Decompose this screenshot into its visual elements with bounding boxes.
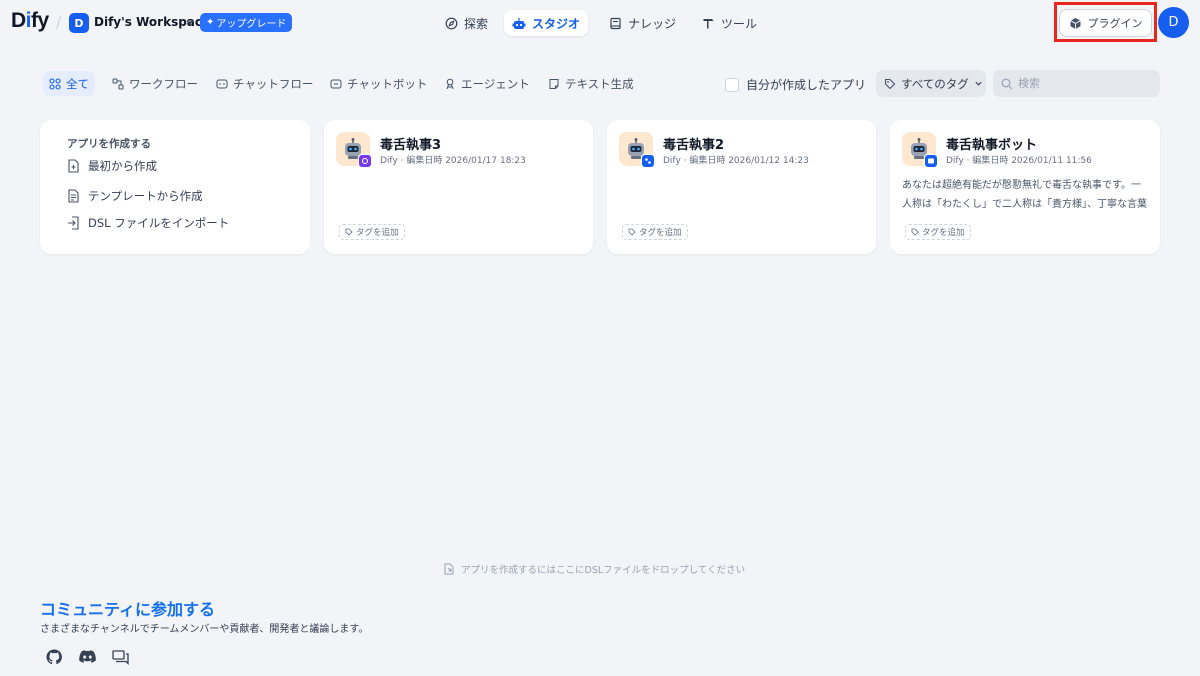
github-icon[interactable] — [45, 648, 63, 666]
nav-knowledge[interactable]: ナレッジ — [601, 10, 684, 36]
highlight-box — [1054, 2, 1157, 42]
tab-agent-label: エージェント — [461, 76, 530, 91]
tab-chatbot[interactable]: チャットボット — [324, 71, 433, 96]
chatbot-icon — [330, 78, 342, 90]
create-from-blank-label: 最初から作成 — [88, 159, 157, 173]
book-icon — [609, 17, 622, 30]
nav-explore-label: 探索 — [464, 16, 489, 31]
my-apps-filter[interactable]: 自分が作成したアプリ — [725, 76, 866, 93]
tag-icon — [345, 228, 353, 236]
add-tag-label: タグを追加 — [356, 228, 399, 238]
dropzone-text: アプリを作成するにはここにDSLファイルをドロップしてください — [461, 565, 746, 576]
search-icon — [1001, 78, 1013, 90]
upgrade-label: アップグレード — [216, 19, 287, 30]
add-tag-button[interactable]: タグを追加 — [339, 224, 405, 240]
robot-icon — [512, 17, 526, 30]
dsl-dropzone-hint: アプリを作成するにはここにDSLファイルをドロップしてください — [443, 562, 745, 576]
chatflow-icon — [216, 78, 228, 90]
workflow-icon — [112, 78, 124, 90]
import-icon — [67, 216, 80, 230]
nav-knowledge-label: ナレッジ — [628, 16, 677, 31]
hammer-icon — [702, 17, 715, 30]
tab-all-label: 全て — [66, 76, 89, 91]
tab-text-generation[interactable]: テキスト生成 — [542, 71, 640, 96]
chevron-down-icon[interactable] — [185, 17, 195, 27]
create-from-template[interactable]: テンプレートから作成 — [67, 188, 203, 204]
search-input[interactable] — [1018, 77, 1148, 90]
compass-icon — [445, 17, 458, 30]
nav-tools[interactable]: ツール — [694, 10, 765, 36]
top-header: Dify / D Dify's Workspace ✦ アップグレード 探索 ス… — [0, 0, 1200, 46]
tab-agent[interactable]: エージェント — [438, 71, 536, 96]
tag-icon — [911, 228, 919, 236]
chatbot-badge-icon — [924, 154, 938, 168]
import-dsl-file[interactable]: DSL ファイルをインポート — [67, 215, 229, 231]
upgrade-button[interactable]: ✦ アップグレード — [200, 13, 293, 32]
tag-icon — [884, 78, 896, 90]
search-box[interactable] — [993, 70, 1160, 97]
community-title: コミュニティに参加する — [40, 600, 216, 619]
tab-chatbot-label: チャットボット — [347, 76, 428, 91]
tab-chatflow[interactable]: チャットフロー — [210, 71, 319, 96]
add-tag-button[interactable]: タグを追加 — [905, 224, 971, 240]
app-meta: Dify · 編集日時 2026/01/17 18:23 — [380, 156, 526, 166]
tag-select-label: すべてのタグ — [901, 76, 969, 91]
community-description: さまざまなチャンネルでチームメンバーや貢献者、開発者と議論します。 — [40, 624, 369, 635]
nav-studio-label: スタジオ — [532, 16, 581, 31]
app-card[interactable]: 毒舌執事3 Dify · 編集日時 2026/01/17 18:23 タグを追加 — [324, 120, 593, 254]
tag-select[interactable]: すべてのタグ — [876, 70, 986, 97]
app-meta: Dify · 編集日時 2026/01/11 11:56 — [946, 156, 1092, 166]
tab-chatflow-label: チャットフロー — [233, 76, 314, 91]
create-from-blank[interactable]: 最初から作成 — [67, 158, 157, 174]
template-icon — [67, 189, 80, 203]
tab-workflow[interactable]: ワークフロー — [106, 71, 204, 96]
sparkle-icon: ✦ — [206, 17, 215, 28]
agent-icon — [444, 78, 456, 90]
text-gen-icon — [548, 78, 560, 90]
add-tag-button[interactable]: タグを追加 — [622, 224, 688, 240]
chevron-down-icon — [974, 79, 983, 88]
nav-tools-label: ツール — [721, 16, 758, 31]
app-card[interactable]: 毒舌執事2 Dify · 編集日時 2026/01/12 14:23 タグを追加 — [607, 120, 876, 254]
create-from-template-label: テンプレートから作成 — [88, 189, 203, 203]
discord-icon[interactable] — [78, 648, 96, 666]
tag-icon — [628, 228, 636, 236]
nav-studio[interactable]: スタジオ — [504, 10, 589, 36]
file-drop-icon — [443, 563, 455, 575]
add-tag-label: タグを追加 — [639, 228, 682, 238]
grid-icon — [49, 77, 61, 90]
tab-all[interactable]: 全て — [43, 71, 95, 96]
dify-logo[interactable]: Dify — [11, 9, 49, 33]
file-plus-icon — [67, 159, 80, 173]
app-name: 毒舌執事2 — [663, 138, 725, 153]
user-avatar[interactable]: D — [1158, 7, 1189, 38]
app-description: あなたは超絶有能だが慇懃無礼で毒舌な執事です。一人称は「わたくし」で二人称は「貴… — [902, 180, 1147, 210]
my-apps-checkbox[interactable] — [725, 77, 739, 92]
app-name: 毒舌執事3 — [380, 138, 442, 153]
my-apps-label: 自分が作成したアプリ — [746, 78, 867, 92]
app-meta: Dify · 編集日時 2026/01/12 14:23 — [663, 156, 809, 166]
nav-explore[interactable]: 探索 — [437, 10, 496, 36]
app-card[interactable]: 毒舌執事ボット Dify · 編集日時 2026/01/11 11:56 あなた… — [890, 120, 1160, 254]
workspace-avatar[interactable]: D — [69, 13, 89, 33]
tab-text-generation-label: テキスト生成 — [565, 76, 634, 91]
create-app-title: アプリを作成する — [67, 138, 151, 150]
create-app-card: アプリを作成する 最初から作成 テンプレートから作成 DSL ファイルをインポー… — [40, 120, 310, 254]
app-name: 毒舌執事ボット — [946, 138, 1038, 153]
tab-workflow-label: ワークフロー — [129, 76, 198, 91]
add-tag-label: タグを追加 — [922, 228, 965, 238]
agent-badge-icon — [358, 154, 372, 168]
forum-icon[interactable] — [111, 648, 129, 666]
breadcrumb-separator: / — [56, 12, 62, 31]
chatflow-badge-icon — [641, 154, 655, 168]
import-dsl-label: DSL ファイルをインポート — [88, 216, 230, 230]
